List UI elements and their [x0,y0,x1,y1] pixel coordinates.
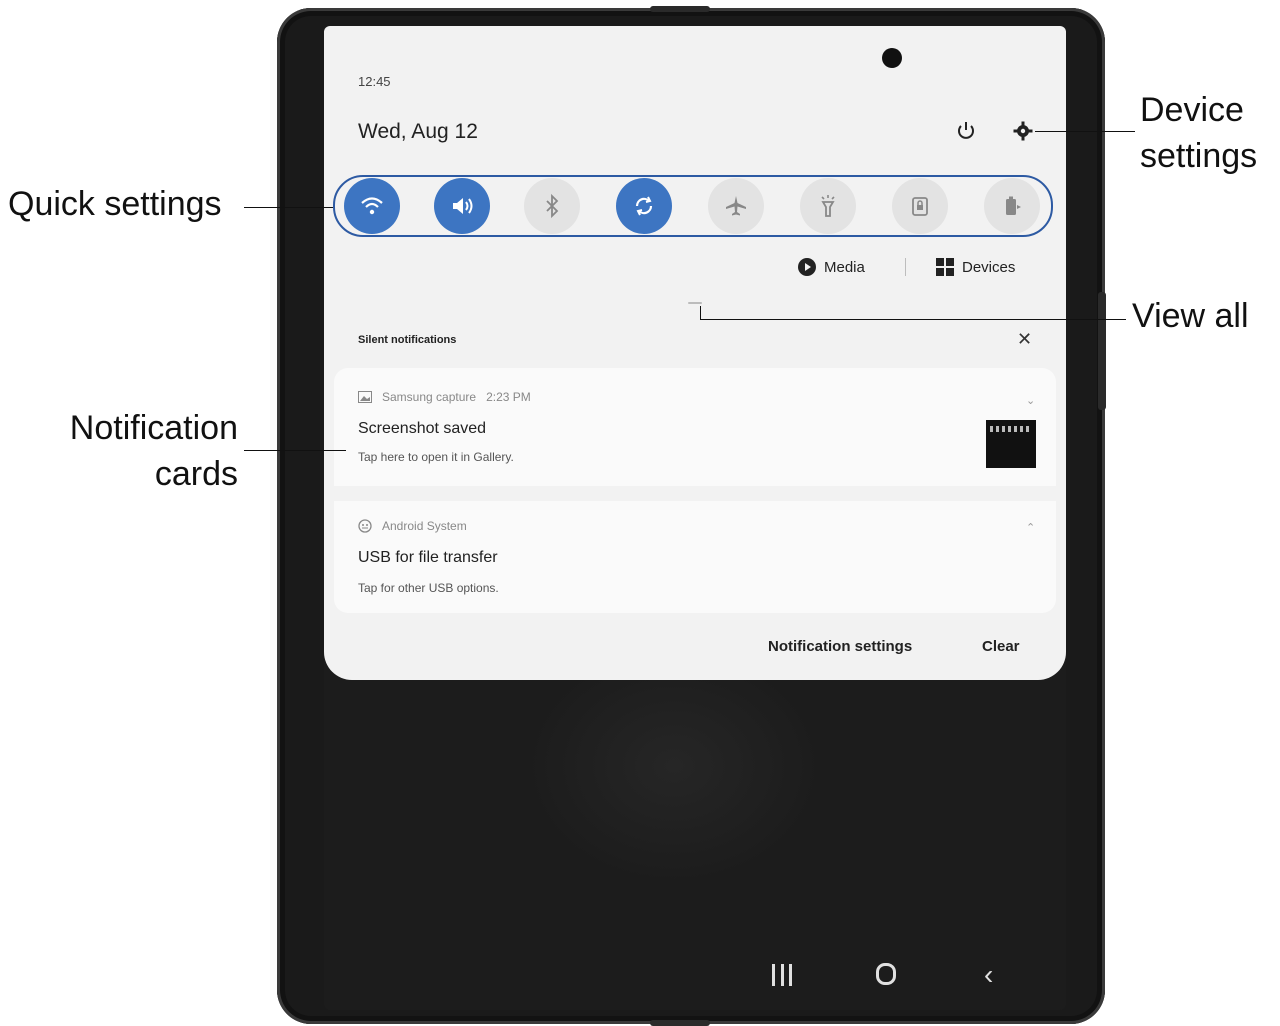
hinge-bottom [650,1020,710,1026]
close-icon[interactable]: ✕ [1017,329,1032,350]
status-date: Wed, Aug 12 [358,120,478,143]
callout-device-settings-line2: settings [1140,137,1258,175]
media-button[interactable]: Media [798,258,865,276]
screen: 12:45 Wed, Aug 12 Media Devices Silent n… [324,26,1066,1010]
callout-notification-cards-line1: Notification [69,409,238,447]
image-icon [358,391,372,403]
notification-title: Screenshot saved [358,420,487,437]
grid-icon [936,258,954,276]
recents-icon[interactable] [772,964,792,986]
side-button [1098,292,1106,410]
quick-settings-outline [333,175,1053,237]
notification-app-name: Android System [382,519,467,533]
home-icon[interactable] [876,963,896,985]
devices-button[interactable]: Devices [936,258,1015,276]
gear-icon[interactable] [1012,120,1034,142]
notification-app-row: Samsung capture 2:23 PM [358,390,531,404]
notification-card[interactable]: Android System USB for file transfer Tap… [334,501,1056,613]
callout-line-notification-cards [244,450,346,451]
callout-quick-settings: Quick settings [8,185,222,223]
screen-background [524,646,824,886]
power-icon[interactable] [955,120,977,142]
back-icon[interactable]: ‹ [984,960,993,990]
notification-settings-button[interactable]: Notification settings [768,638,912,655]
clear-button[interactable]: Clear [982,638,1020,655]
chevron-down-icon[interactable]: ⌄ [1026,394,1035,407]
notification-title: USB for file transfer [358,549,498,566]
notification-panel: 12:45 Wed, Aug 12 Media Devices Silent n… [324,26,1066,680]
callout-vline-view-all [700,306,701,320]
front-camera [882,48,902,68]
notification-body: Tap for other USB options. [358,581,499,595]
notification-time: 2:23 PM [486,390,531,404]
status-time: 12:45 [358,74,391,89]
callout-line-quick-settings [244,207,333,208]
media-label: Media [824,258,865,276]
notification-card[interactable]: Samsung capture 2:23 PM Screenshot saved… [334,368,1056,486]
callout-device-settings-line1: Device [1140,91,1244,129]
devices-label: Devices [962,258,1016,276]
view-all-handle[interactable] [688,302,702,304]
callout-view-all: View all [1132,297,1249,335]
hinge-top [650,6,710,12]
screenshot-thumbnail[interactable] [986,420,1036,468]
divider [905,258,906,276]
callout-notification-cards-line2: cards [154,455,238,493]
notification-body: Tap here to open it in Gallery. [358,450,514,464]
chevron-up-icon[interactable]: ⌃ [1026,521,1035,534]
navigation-bar: ‹ [764,960,1024,992]
notification-app-name: Samsung capture [382,390,477,404]
android-icon [358,519,372,533]
play-icon [798,258,816,276]
silent-notifications-title: Silent notifications [358,334,457,346]
callout-line-view-all [700,319,1126,320]
notification-app-row: Android System [358,519,467,533]
callout-line-device-settings [1035,131,1135,132]
